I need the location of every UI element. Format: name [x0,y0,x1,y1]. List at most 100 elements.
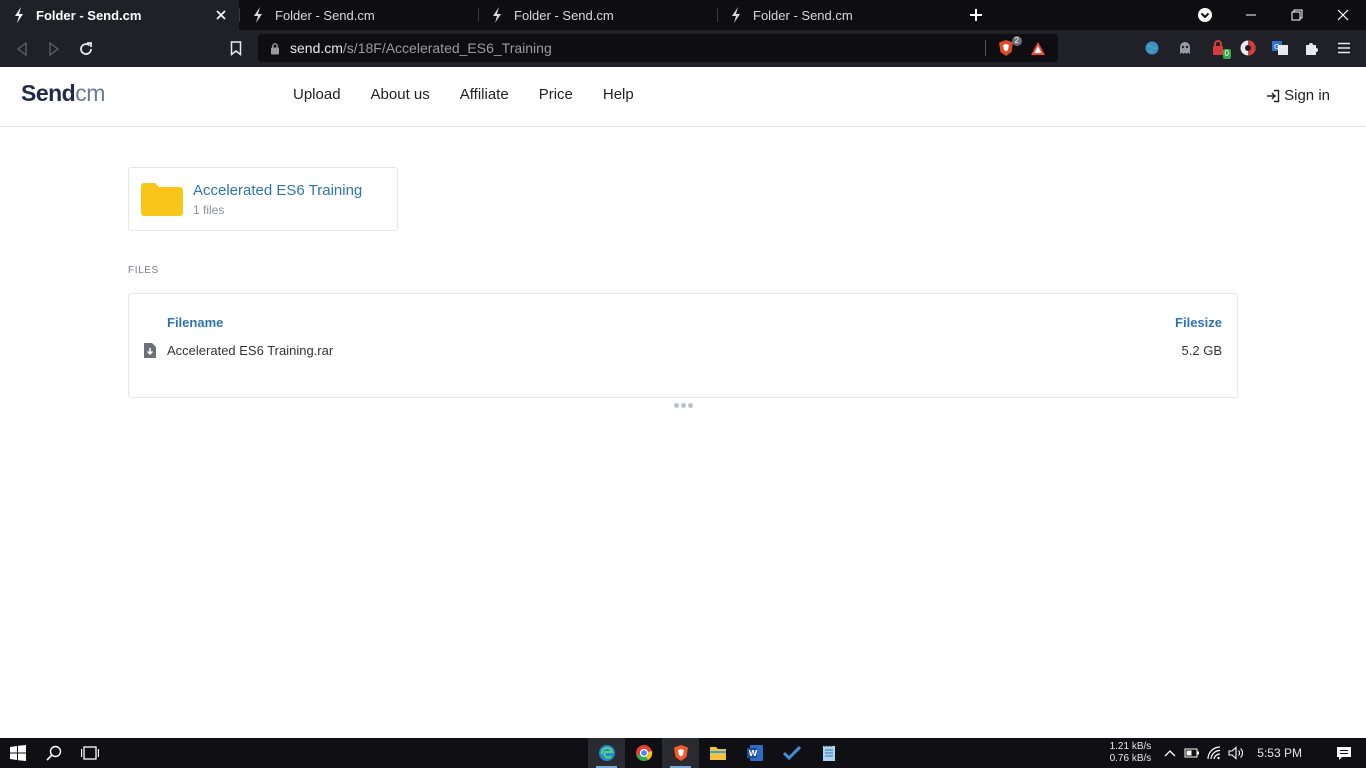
file-size: 5.2 GB [1181,343,1222,358]
close-window-button[interactable] [1320,0,1366,30]
sign-in-icon [1267,89,1280,102]
sendcm-favicon-icon [12,7,26,23]
minimize-icon [1246,14,1256,16]
svg-text:W: W [748,749,757,758]
notepad-icon [822,745,835,761]
task-view-icon [81,746,99,760]
browser-tab-3[interactable]: Folder - Send.cm [478,0,717,30]
extension-translate-button[interactable]: G [1268,36,1292,60]
back-arrow-icon [16,41,27,56]
sign-in-link[interactable]: Sign in [1266,87,1330,104]
folder-card[interactable]: Accelerated ES6 Training 1 files [128,167,398,231]
table-row[interactable]: Accelerated ES6 Training.rar 5.2 GB [129,340,1237,362]
folder-icon [141,183,183,216]
nav-upload-link[interactable]: Upload [293,86,341,103]
main-nav: Upload About us Affiliate Price Help [293,86,634,103]
tab-title: Folder - Send.cm [753,7,853,23]
chevron-down-circle-icon [1198,8,1212,22]
extension-lock-button[interactable]: 0 [1207,36,1231,60]
tray-overflow-button[interactable] [1159,749,1181,757]
adblock-icon [1240,40,1256,56]
taskbar-todo[interactable] [773,738,810,768]
nav-about-link[interactable]: About us [371,86,430,103]
site-header: Sendcm Upload About us Affiliate Price H… [0,67,1366,127]
folder-name-link[interactable]: Accelerated ES6 Training [193,182,362,199]
taskbar-clock[interactable]: 5:53 PM [1257,746,1302,760]
reload-icon [80,41,92,55]
restore-icon [1291,9,1303,21]
bookmark-icon [230,40,242,56]
file-name-link[interactable]: Accelerated ES6 Training.rar [167,343,333,358]
lock-icon [271,42,279,54]
address-url: send.cm/s/18F/Accelerated_ES6_Training [290,40,552,56]
site-logo[interactable]: Sendcm [21,80,105,107]
reload-button[interactable] [70,33,102,65]
browser-toolbar: send.cm/s/18F/Accelerated_ES6_Training 2… [0,30,1366,67]
forward-button[interactable] [38,33,70,65]
minimize-button[interactable] [1228,0,1274,30]
tab-title: Folder - Send.cm [36,7,142,23]
taskbar-notepad[interactable] [810,738,847,768]
browser-tab-4[interactable]: Folder - Send.cm [717,0,956,30]
word-icon: W [746,745,763,761]
net-upload-speed: 1.21 kB/s [1109,741,1152,752]
restore-button[interactable] [1274,0,1320,30]
files-section-label: FILES [128,265,159,276]
sign-in-label: Sign in [1284,87,1330,104]
windows-taskbar: W 1.21 kB/s 0.76 kB/s 5:53 PM [0,738,1366,768]
tab-search-button[interactable] [1182,0,1228,30]
extension-adblock-button[interactable] [1236,36,1260,60]
edge-icon [598,745,615,761]
start-button[interactable] [0,738,36,768]
brave-rewards-triangle-icon [1031,41,1045,55]
forward-arrow-icon [49,41,60,56]
nav-price-link[interactable]: Price [539,86,573,103]
nav-help-link[interactable]: Help [603,86,634,103]
browser-tab-1[interactable]: Folder - Send.cm [0,0,239,30]
back-button[interactable] [6,33,38,65]
address-bar[interactable]: send.cm/s/18F/Accelerated_ES6_Training 2 [258,34,1058,62]
tab-close-icon[interactable] [213,7,229,23]
files-table: Filename Filesize Accelerated ES6 Traini… [128,293,1238,398]
sendcm-favicon-icon [490,7,504,23]
action-center-button[interactable] [1322,746,1366,761]
taskbar-file-explorer[interactable] [699,738,736,768]
system-tray: 1.21 kB/s 0.76 kB/s 5:53 PM [1110,738,1366,768]
windows-logo-icon [10,745,26,761]
wifi-icon [1207,746,1221,760]
address-separator [985,40,986,56]
extension-ghost-button[interactable] [1173,36,1197,60]
browser-tab-bar: Folder - Send.cm Folder - Send.cm Folder… [0,0,1366,30]
file-download-icon[interactable] [143,342,157,359]
column-header-filename[interactable]: Filename [167,315,223,330]
sendcm-favicon-icon [251,7,265,23]
task-view-button[interactable] [72,738,108,768]
taskbar-brave[interactable] [662,738,699,768]
taskbar-chrome[interactable] [625,738,662,768]
extensions-menu-button[interactable] [1300,36,1324,60]
tab-bar-spacer [996,0,1182,30]
search-icon [46,745,62,761]
wifi-button[interactable] [1203,746,1225,760]
brave-rewards-button[interactable] [1026,38,1050,58]
browser-menu-button[interactable] [1332,36,1356,60]
brave-shields-button[interactable]: 2 [994,36,1022,58]
translate-extension-icon: G [1272,41,1288,55]
battery-button[interactable] [1181,748,1203,758]
svg-text:G: G [1274,43,1279,51]
close-icon [1337,9,1349,21]
battery-icon [1184,748,1200,758]
volume-button[interactable] [1225,746,1247,760]
browser-tab-2[interactable]: Folder - Send.cm [239,0,478,30]
column-header-filesize[interactable]: Filesize [1175,315,1222,330]
nav-affiliate-link[interactable]: Affiliate [460,86,509,103]
bookmark-button[interactable] [220,32,252,64]
taskbar-edge[interactable] [588,738,625,768]
search-button[interactable] [36,738,72,768]
chevron-up-icon [1164,750,1176,757]
new-tab-button[interactable] [956,0,996,30]
extension-globe-button[interactable] [1140,36,1164,60]
plus-icon [970,9,982,21]
extension-badge: 0 [1222,49,1231,59]
taskbar-word[interactable]: W [736,738,773,768]
